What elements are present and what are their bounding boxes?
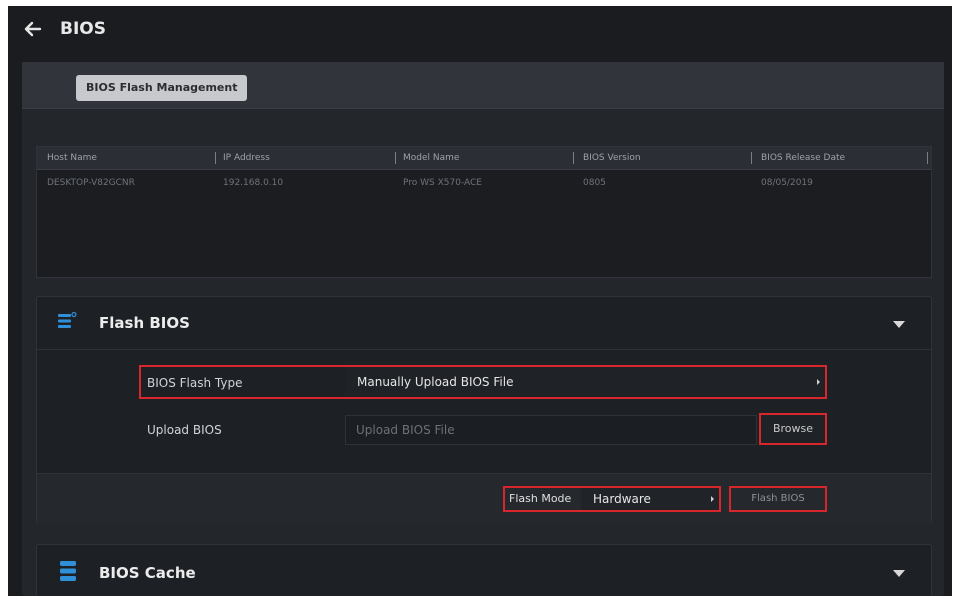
flash-type-value: Manually Upload BIOS File	[357, 375, 514, 389]
flash-bios-header[interactable]: Flash BIOS	[37, 297, 931, 350]
column-header-model-name[interactable]: Model Name	[403, 147, 459, 169]
device-table: Host Name IP Address Model Name BIOS Ver…	[36, 146, 932, 278]
cell-bios-release-date: 08/05/2019	[761, 178, 813, 188]
upload-bios-input[interactable]: Upload BIOS File	[345, 415, 757, 445]
flash-mode-select[interactable]: Hardware	[581, 488, 719, 510]
upload-bios-label: Upload BIOS	[147, 423, 222, 437]
top-bar: BIOS	[8, 6, 952, 56]
flash-bios-panel: Flash BIOS BIOS Flash Type Manually Uplo…	[36, 296, 932, 524]
chevron-right-icon	[817, 379, 820, 385]
bios-screen: BIOS BIOS Flash Management Host Name IP …	[8, 6, 952, 596]
column-divider[interactable]	[395, 152, 396, 164]
column-header-ip-address[interactable]: IP Address	[223, 147, 270, 169]
cell-ip-address: 192.168.0.10	[223, 178, 284, 188]
column-divider[interactable]	[573, 152, 574, 164]
flash-mode-label: Flash Mode	[509, 492, 572, 505]
column-header-bios-release-date[interactable]: BIOS Release Date	[761, 147, 845, 169]
column-divider[interactable]	[215, 152, 216, 164]
column-header-bios-version[interactable]: BIOS Version	[583, 147, 641, 169]
chevron-down-icon[interactable]	[893, 321, 905, 328]
flash-type-label: BIOS Flash Type	[147, 376, 243, 390]
tab-bios-flash-management[interactable]: BIOS Flash Management	[76, 75, 248, 101]
cell-model-name: Pro WS X570-ACE	[403, 178, 482, 188]
chevron-right-icon	[711, 496, 714, 502]
arrow-left-icon[interactable]	[22, 18, 44, 40]
column-divider[interactable]	[751, 152, 752, 164]
cell-bios-version: 0805	[583, 178, 606, 188]
bios-flash-management-panel: BIOS Flash Management Host Name IP Addre…	[22, 62, 944, 596]
flash-mode-value: Hardware	[593, 492, 651, 506]
chevron-down-icon[interactable]	[893, 570, 905, 577]
tab-bar: BIOS Flash Management	[22, 62, 944, 109]
database-icon	[60, 561, 76, 581]
arrow-left-icon-graphic	[24, 21, 42, 37]
flash-bios-title: Flash BIOS	[99, 314, 190, 332]
page-title: BIOS	[60, 19, 106, 39]
column-header-host-name[interactable]: Host Name	[47, 147, 97, 169]
flash-bios-footer: Flash Mode Hardware Flash BIOS	[37, 473, 931, 524]
bios-cache-panel[interactable]: BIOS Cache	[36, 544, 932, 596]
list-settings-icon	[58, 311, 77, 328]
table-header: Host Name IP Address Model Name BIOS Ver…	[37, 147, 931, 170]
upload-bios-placeholder: Upload BIOS File	[356, 423, 455, 437]
cell-host-name: DESKTOP-V82GCNR	[47, 178, 135, 188]
bios-cache-title: BIOS Cache	[99, 564, 196, 582]
column-divider[interactable]	[927, 152, 928, 164]
browse-button[interactable]: Browse	[759, 413, 827, 445]
flash-bios-button[interactable]: Flash BIOS	[729, 486, 827, 512]
flash-type-select[interactable]: Manually Upload BIOS File	[345, 367, 825, 397]
